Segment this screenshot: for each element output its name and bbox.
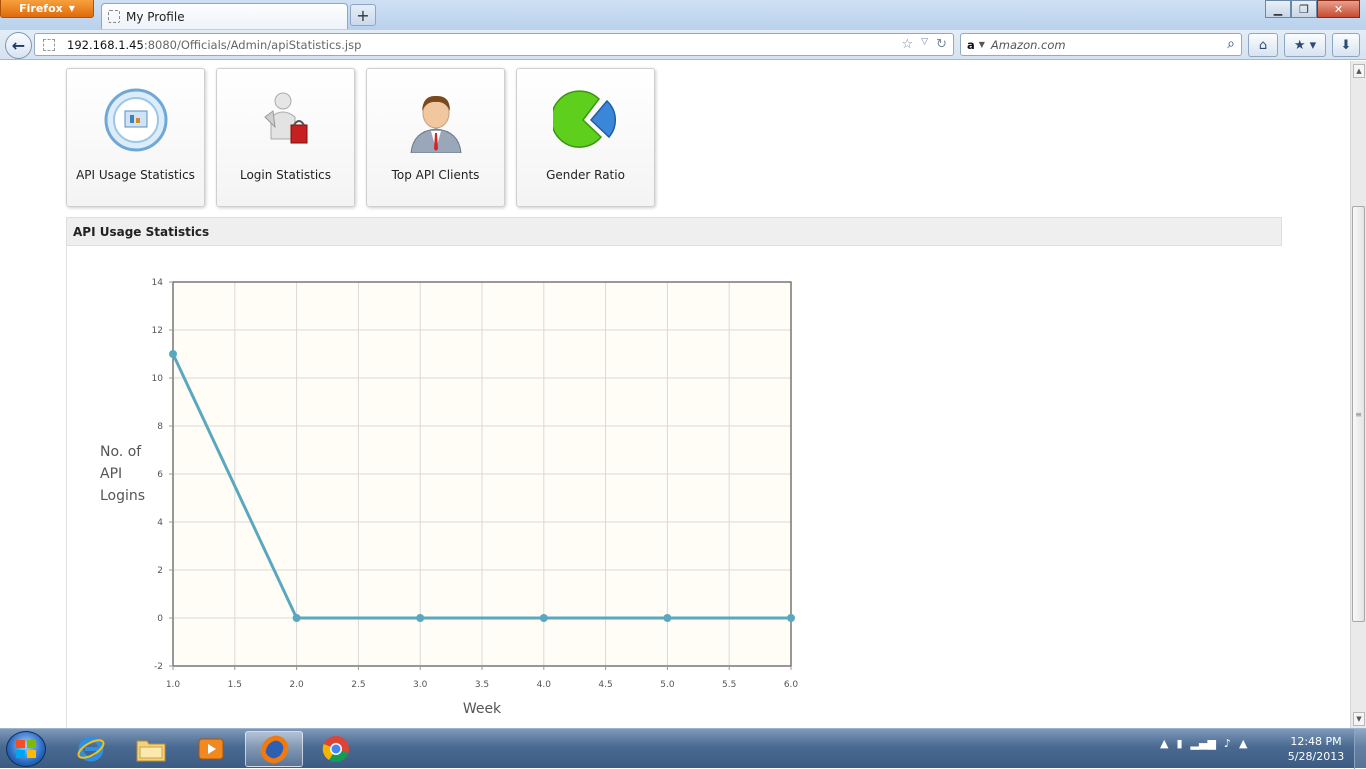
x-tick-label: 1.0 [166, 680, 181, 690]
line-chart: 1.0 1.5 2.0 2.5 3.0 3.5 4.0 4.5 5.0 5.5 6.0-202468… [152, 278, 799, 690]
drive-icon[interactable]: ▲ [1239, 737, 1247, 750]
x-tick-label: 4.0 [537, 680, 552, 690]
x-tick-label: 2.5 [351, 680, 365, 690]
title-bar: Firefox ▼ My Profile + ▁ ❐ ✕ [0, 0, 1366, 30]
home-icon: ⌂ [1258, 37, 1268, 53]
y-tick-label: 10 [152, 374, 164, 384]
start-button[interactable] [6, 731, 46, 767]
scrollbar-thumb[interactable]: ≡ [1352, 206, 1365, 622]
taskbar: ▲ ▮ ▂▄▆ ♪ ▲ 12:48 PM 5/28/2013 [0, 728, 1366, 769]
y-tick-label: -2 [154, 662, 163, 672]
search-bar[interactable]: a ▼ Amazon.com ⌕ [960, 33, 1242, 56]
firefox-menu-button[interactable]: Firefox ▼ [0, 0, 94, 18]
taskbar-media-player[interactable] [182, 731, 240, 767]
back-button[interactable]: ← [5, 32, 32, 59]
maximize-icon[interactable]: ❐ [1291, 0, 1317, 18]
data-point [292, 614, 301, 622]
system-tray: ▲ ▮ ▂▄▆ ♪ ▲ [1160, 737, 1247, 750]
y-tick-label: 4 [157, 518, 163, 528]
amazon-icon[interactable]: a [967, 38, 975, 52]
internet-explorer-icon [77, 736, 105, 762]
battery-icon[interactable]: ▮ [1176, 737, 1182, 750]
y-tick-label: 12 [152, 326, 163, 336]
data-point [169, 350, 177, 358]
x-tick-label: 5.5 [722, 680, 736, 690]
x-tick-label: 2.0 [289, 680, 304, 690]
url-host: 192.168.1.45 [67, 37, 144, 52]
y-axis-label-line: Logins [100, 488, 146, 504]
firefox-icon [260, 735, 289, 764]
x-tick-label: 5.0 [660, 680, 675, 690]
firefox-menu-label: Firefox [19, 2, 63, 15]
taskbar-explorer[interactable] [122, 731, 180, 767]
x-tick-label: 4.5 [598, 680, 612, 690]
scroll-up-icon[interactable]: ▲ [1353, 64, 1365, 78]
search-icon[interactable]: ⌕ [1227, 36, 1235, 52]
url-bar-icons: ☆ ▽ ↻ [902, 37, 947, 52]
y-tick-label: 2 [157, 566, 163, 576]
x-tick-label: 3.0 [413, 680, 428, 690]
y-tick-label: 14 [152, 278, 164, 288]
new-tab-button[interactable]: + [350, 4, 376, 26]
clock[interactable]: 12:48 PM 5/28/2013 [1282, 734, 1350, 764]
page-icon [108, 10, 120, 23]
y-axis-label-line: API [100, 466, 123, 482]
media-player-icon [198, 738, 224, 760]
arrow-left-icon: ← [11, 36, 26, 55]
page-content: API Usage Statistics Login Statistics To… [0, 61, 1350, 728]
vertical-scrollbar[interactable]: ▲ ≡ ▼ [1350, 61, 1366, 728]
download-icon: ⬇ [1340, 37, 1352, 53]
url-bar[interactable]: 192.168.1.45:8080/Officials/Admin/apiSta… [34, 33, 954, 56]
history-dropdown-icon[interactable]: ▽ [921, 37, 928, 52]
tab-title: My Profile [126, 9, 185, 24]
show-desktop-button[interactable] [1354, 729, 1366, 769]
tab-my-profile[interactable]: My Profile [101, 3, 348, 29]
x-axis-label: Week [462, 701, 502, 717]
window-controls: ▁ ❐ ✕ [1265, 0, 1360, 18]
taskbar-firefox[interactable] [245, 731, 303, 767]
windows-logo-icon [16, 740, 36, 758]
x-tick-label: 6.0 [784, 680, 799, 690]
search-placeholder: Amazon.com [990, 37, 1066, 52]
chrome-icon [322, 736, 349, 763]
network-icon[interactable]: ▂▄▆ [1191, 737, 1216, 750]
scroll-down-icon[interactable]: ▼ [1353, 712, 1365, 726]
folder-icon [136, 740, 166, 762]
minimize-icon[interactable]: ▁ [1265, 0, 1291, 18]
x-tick-label: 1.5 [228, 680, 242, 690]
volume-icon[interactable]: ♪ [1224, 737, 1231, 750]
navigation-toolbar: ← 192.168.1.45:8080/Officials/Admin/apiS… [0, 30, 1366, 60]
home-button[interactable]: ⌂ [1248, 33, 1278, 57]
y-axis-label-line: No. of [100, 444, 142, 460]
downloads-button[interactable]: ⬇ [1332, 33, 1360, 57]
star-icon[interactable]: ☆ [902, 37, 914, 52]
data-point [663, 614, 672, 622]
chevron-down-icon: ▼ [68, 4, 75, 13]
taskbar-internet-explorer[interactable] [62, 731, 120, 767]
clock-time: 12:48 PM [1290, 735, 1342, 748]
site-identity-icon[interactable] [43, 38, 55, 51]
close-icon[interactable]: ✕ [1317, 0, 1360, 18]
y-axis-label: No. of API Logins [100, 441, 160, 507]
show-hidden-icons-icon[interactable]: ▲ [1160, 737, 1168, 750]
taskbar-chrome[interactable] [307, 731, 365, 767]
y-tick-label: 8 [157, 422, 163, 432]
url-path: :8080/Officials/Admin/apiStatistics.jsp [143, 37, 362, 52]
clock-date: 5/28/2013 [1287, 750, 1345, 763]
bookmarks-icon: ★ ▾ [1293, 37, 1317, 53]
data-point [539, 614, 548, 622]
engine-dropdown-icon[interactable]: ▼ [979, 40, 985, 49]
x-tick-label: 3.5 [475, 680, 489, 690]
y-tick-label: 0 [157, 614, 163, 624]
data-point [416, 614, 425, 622]
data-point [787, 614, 795, 622]
bookmarks-button[interactable]: ★ ▾ [1284, 33, 1326, 57]
reload-icon[interactable]: ↻ [936, 37, 947, 52]
